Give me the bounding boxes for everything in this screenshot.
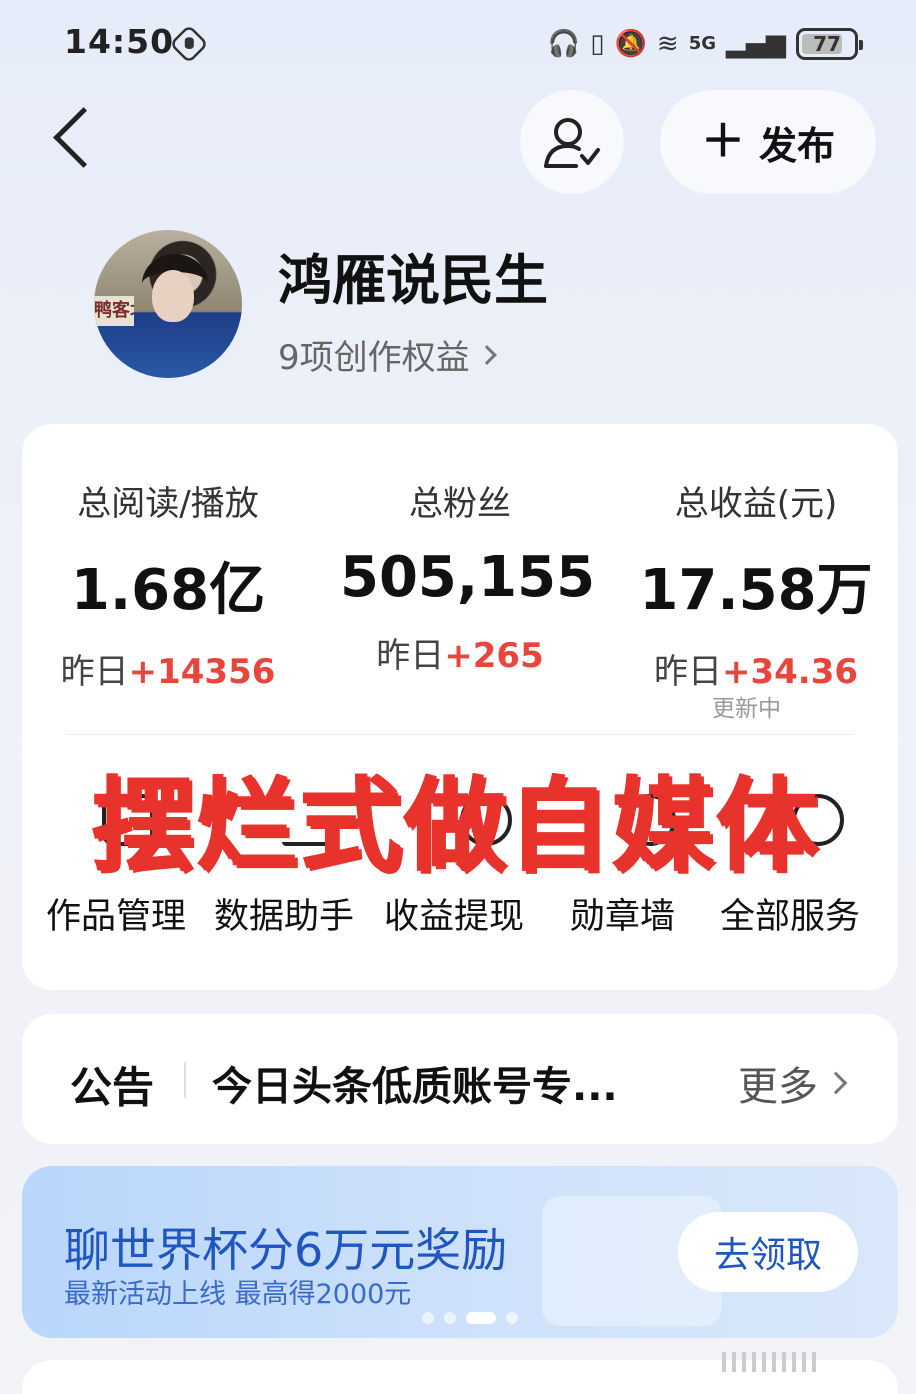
- stat-total-reads[interactable]: 总阅读/播放 1.68亿 昨日+14356: [58, 476, 278, 693]
- service-medal-wall[interactable]: 勋章墙: [570, 888, 675, 939]
- notice-more-link[interactable]: 更多: [738, 1054, 848, 1112]
- chevron-right-icon: [824, 1071, 848, 1095]
- chevron-right-icon: [476, 344, 497, 365]
- publish-label: 发布: [758, 123, 835, 168]
- service-labels-row: 作品管理 数据助手 收益提现 勋章墙 全部服务: [46, 888, 886, 938]
- notice-bar[interactable]: 公告 今日头条低质账号专... 更多: [22, 1014, 898, 1144]
- publish-button[interactable]: ＋ 发布: [660, 90, 876, 194]
- overlay-caption: 摆烂式做自媒体: [92, 767, 820, 886]
- profile-name: 鸿雁说民生: [278, 249, 548, 312]
- gesture-icon: [169, 24, 209, 64]
- status-time: 14:50: [64, 22, 175, 61]
- stat-total-income[interactable]: 总收益(元) 17.58万 昨日+34.36: [638, 476, 874, 693]
- banner-subtitle: 最新活动上线 最高得2000元: [64, 1279, 412, 1310]
- network-type: 5G: [688, 33, 716, 54]
- updating-status: 更新中: [712, 696, 781, 722]
- divider: [184, 1062, 186, 1098]
- service-all[interactable]: 全部服务: [720, 888, 860, 939]
- wifi-icon: ≋: [656, 29, 679, 59]
- status-icons: 🎧 ▯ 🔕 ≋ 5G ▂▄▆ 77: [547, 24, 863, 64]
- stat-value: 505,155: [340, 545, 596, 610]
- notice-tag: 公告: [70, 1063, 155, 1112]
- stat-total-fans[interactable]: 总粉丝 505,155 昨日+265: [340, 476, 596, 677]
- service-withdraw[interactable]: 收益提现: [384, 888, 524, 939]
- service-data-assistant[interactable]: 数据助手: [214, 888, 354, 939]
- claim-button[interactable]: 去领取: [678, 1212, 858, 1292]
- divider: [66, 734, 854, 735]
- stats-card: 总阅读/播放 1.68亿 昨日+14356 总粉丝 505,155 昨日+265…: [22, 424, 898, 990]
- stat-value: 1.68亿: [70, 558, 266, 623]
- mute-icon: 🔕: [614, 29, 647, 59]
- user-check-icon: [544, 118, 600, 168]
- banner-title: 聊世界杯分6万元奖励: [64, 1223, 508, 1277]
- signal-icon: ▂▄▆: [726, 29, 786, 59]
- promo-banner[interactable]: 聊世界杯分6万元奖励 最新活动上线 最高得2000元 去领取: [22, 1166, 898, 1338]
- battery-level: 77: [813, 32, 841, 56]
- account-switch-button[interactable]: [520, 90, 624, 194]
- creator-rights-link[interactable]: 9项创作权益: [278, 330, 497, 379]
- stat-label: 总阅读/播放: [77, 484, 259, 524]
- service-works-management[interactable]: 作品管理: [46, 888, 186, 939]
- notice-more-label: 更多: [738, 1064, 818, 1110]
- stat-delta: 昨日+265: [376, 636, 544, 676]
- phone-icon: ▯: [590, 29, 605, 59]
- stat-delta: 昨日+34.36: [653, 652, 859, 692]
- creator-rights-label: 9项创作权益: [278, 338, 470, 378]
- notice-text[interactable]: 今日头条低质账号专...: [212, 1054, 618, 1112]
- plus-icon: ＋: [700, 116, 745, 167]
- stat-label: 总粉丝: [409, 484, 511, 524]
- avatar[interactable]: 鸭客北: [94, 230, 242, 378]
- stat-label: 总收益(元): [674, 484, 838, 524]
- stat-value: 17.58万: [639, 558, 873, 623]
- stat-delta: 昨日+14356: [60, 652, 276, 692]
- carousel-indicator: [422, 1312, 518, 1324]
- back-button[interactable]: [40, 102, 110, 180]
- watermark: [722, 1352, 892, 1382]
- battery-icon: 77: [796, 28, 863, 60]
- headphones-icon: 🎧: [547, 29, 581, 59]
- avatar-sign-text: 鸭客北: [94, 296, 134, 326]
